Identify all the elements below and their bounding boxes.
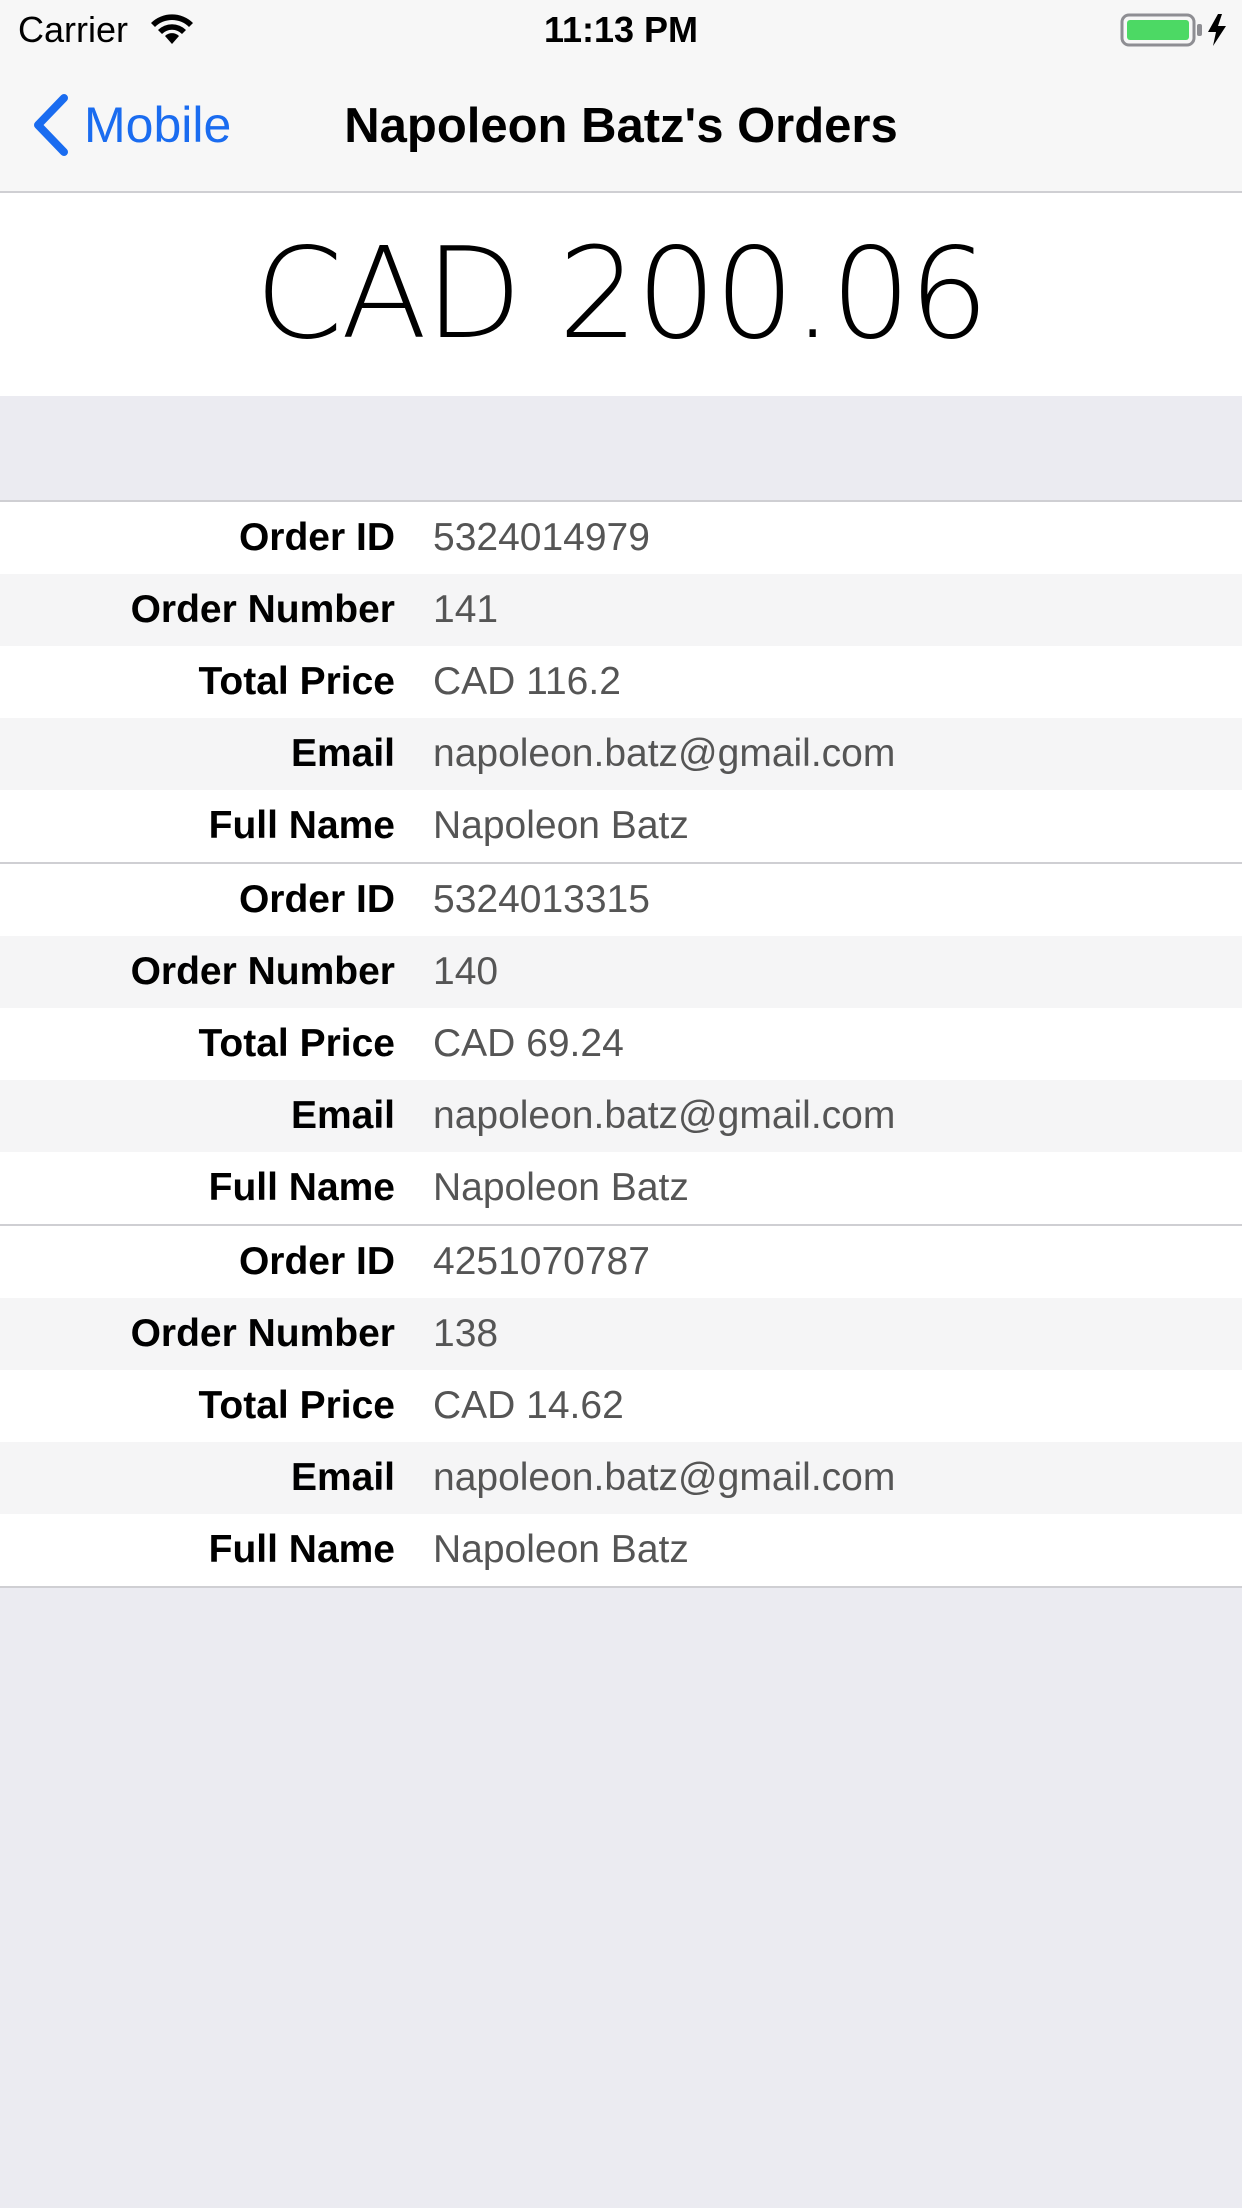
field-value: 4251070787 [433, 1240, 650, 1283]
field-label: Email [290, 1094, 395, 1137]
field-value: 5324013315 [433, 878, 650, 921]
navigation-bar: Mobile Napoleon Batz's Orders [0, 60, 1242, 193]
order-field-row: Email napoleon.batz@gmail.com [0, 718, 1242, 790]
field-label: Order Number [130, 950, 395, 993]
field-value: 141 [433, 588, 499, 631]
order-field-row: Full Name Napoleon Batz [0, 1514, 1242, 1586]
field-value: napoleon.batz@gmail.com [433, 732, 896, 775]
order-field-row: Email napoleon.batz@gmail.com [0, 1442, 1242, 1514]
order-field-row: Order Number 140 [0, 936, 1242, 1008]
order-field-row: Total Price CAD 14.62 [0, 1370, 1242, 1442]
field-label: Total Price [198, 1384, 395, 1427]
order-field-row: Order Number 138 [0, 1298, 1242, 1370]
field-value: CAD 116.2 [433, 660, 621, 703]
order-group[interactable]: Order ID 4251070787 Order Number 138 Tot… [0, 1226, 1242, 1588]
field-label: Order ID [238, 1240, 395, 1283]
order-list: Order ID 5324014979 Order Number 141 Tot… [0, 500, 1242, 1588]
field-label: Email [290, 1456, 395, 1499]
field-value: 138 [433, 1312, 499, 1355]
field-value: napoleon.batz@gmail.com [433, 1094, 896, 1137]
orders-total-value: CAD 200.06 [254, 220, 989, 367]
field-label: Order ID [238, 516, 395, 559]
field-value: CAD 14.62 [433, 1384, 624, 1427]
order-field-row: Order ID 4251070787 [0, 1226, 1242, 1298]
status-bar: Carrier 11:13 PM [0, 0, 1242, 60]
order-field-row: Total Price CAD 69.24 [0, 1008, 1242, 1080]
field-label: Total Price [198, 660, 395, 703]
order-group[interactable]: Order ID 5324014979 Order Number 141 Tot… [0, 502, 1242, 864]
field-value: Napoleon Batz [433, 804, 689, 847]
field-label: Order Number [130, 1312, 395, 1355]
field-label: Order Number [130, 588, 395, 631]
field-value: 5324014979 [433, 516, 650, 559]
order-group[interactable]: Order ID 5324013315 Order Number 140 Tot… [0, 864, 1242, 1226]
field-label: Total Price [198, 1022, 395, 1065]
battery-charging-icon [1120, 13, 1226, 47]
order-field-row: Total Price CAD 116.2 [0, 646, 1242, 718]
field-value: Napoleon Batz [433, 1528, 689, 1571]
field-label: Order ID [238, 878, 395, 921]
field-label: Full Name [208, 1528, 395, 1571]
order-field-row: Full Name Napoleon Batz [0, 1152, 1242, 1224]
field-label: Full Name [208, 1166, 395, 1209]
field-label: Email [290, 732, 395, 775]
orders-total-header: CAD 200.06 [0, 193, 1242, 396]
field-label: Full Name [208, 804, 395, 847]
field-value: Napoleon Batz [433, 1166, 689, 1209]
field-value: 140 [433, 950, 499, 993]
page-title: Napoleon Batz's Orders [344, 99, 898, 153]
status-time: 11:13 PM [543, 9, 699, 50]
order-field-row: Order Number 141 [0, 574, 1242, 646]
field-value: CAD 69.24 [433, 1022, 624, 1065]
field-value: napoleon.batz@gmail.com [433, 1456, 896, 1499]
order-field-row: Order ID 5324013315 [0, 864, 1242, 936]
order-field-row: Email napoleon.batz@gmail.com [0, 1080, 1242, 1152]
order-field-row: Full Name Napoleon Batz [0, 790, 1242, 862]
order-field-row: Order ID 5324014979 [0, 502, 1242, 574]
